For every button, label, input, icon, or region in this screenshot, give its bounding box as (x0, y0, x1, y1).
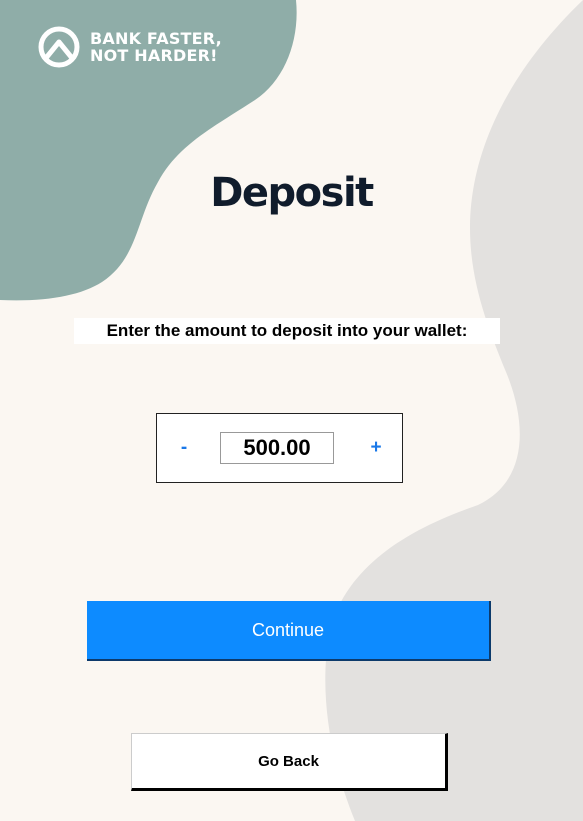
increment-button[interactable]: + (365, 436, 387, 460)
upward-chevron-circle-icon (38, 26, 80, 68)
brand-logo: BANK FASTER, NOT HARDER! (36, 24, 222, 70)
background-shapes (0, 0, 583, 821)
grey-blob-shape (325, 0, 583, 821)
continue-button[interactable]: Continue (87, 601, 491, 661)
brand-tagline: BANK FASTER, NOT HARDER! (90, 30, 222, 64)
brand-line-1: BANK FASTER, (90, 29, 222, 48)
page-title: Deposit (210, 170, 374, 216)
amount-stepper: - + (156, 413, 403, 483)
go-back-button[interactable]: Go Back (131, 733, 448, 791)
deposit-prompt: Enter the amount to deposit into your wa… (74, 318, 500, 344)
amount-input[interactable] (220, 432, 334, 464)
decrement-button[interactable]: - (173, 436, 195, 460)
brand-line-2: NOT HARDER! (90, 46, 218, 65)
